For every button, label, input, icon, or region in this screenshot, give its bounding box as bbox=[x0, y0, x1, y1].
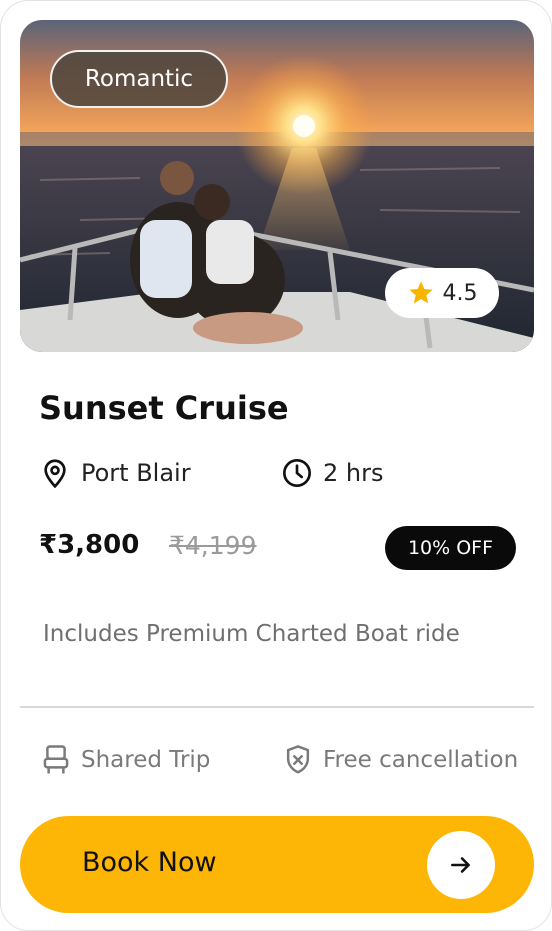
hero-image: Romantic 4.5 bbox=[20, 20, 534, 352]
free-cancellation-label: Free cancellation bbox=[323, 747, 519, 773]
shield-x-icon bbox=[286, 745, 310, 774]
rating-value: 4.5 bbox=[442, 280, 478, 306]
shared-trip: Shared Trip bbox=[41, 744, 210, 776]
duration-text: 2 hrs bbox=[323, 459, 384, 487]
includes-text: Includes Premium Charted Boat ride bbox=[43, 621, 460, 647]
location-pin-icon bbox=[44, 459, 66, 489]
location: Port Blair bbox=[39, 457, 191, 489]
clock-icon bbox=[283, 459, 311, 487]
divider bbox=[20, 706, 534, 708]
shared-trip-label: Shared Trip bbox=[81, 747, 211, 773]
discount-badge: 10% OFF bbox=[385, 526, 516, 570]
book-arrow-button[interactable] bbox=[427, 831, 495, 899]
current-price: ₹3,800 bbox=[39, 530, 140, 560]
original-price: ₹4,199 bbox=[169, 531, 257, 560]
location-text: Port Blair bbox=[81, 459, 191, 487]
seat-icon bbox=[43, 745, 69, 774]
duration: 2 hrs bbox=[281, 457, 383, 489]
book-now-label: Book Now bbox=[82, 847, 217, 878]
arrow-right-icon bbox=[451, 857, 470, 873]
star-icon bbox=[408, 281, 433, 304]
book-now-button[interactable]: Book Now bbox=[20, 816, 534, 913]
category-tag: Romantic bbox=[50, 50, 228, 108]
free-cancellation: Free cancellation bbox=[283, 744, 518, 776]
tour-title: Sunset Cruise bbox=[39, 389, 289, 427]
tour-card[interactable]: Romantic 4.5 Sunset Cruise Port Blair 2 … bbox=[0, 0, 552, 931]
rating-badge: 4.5 bbox=[385, 268, 499, 318]
